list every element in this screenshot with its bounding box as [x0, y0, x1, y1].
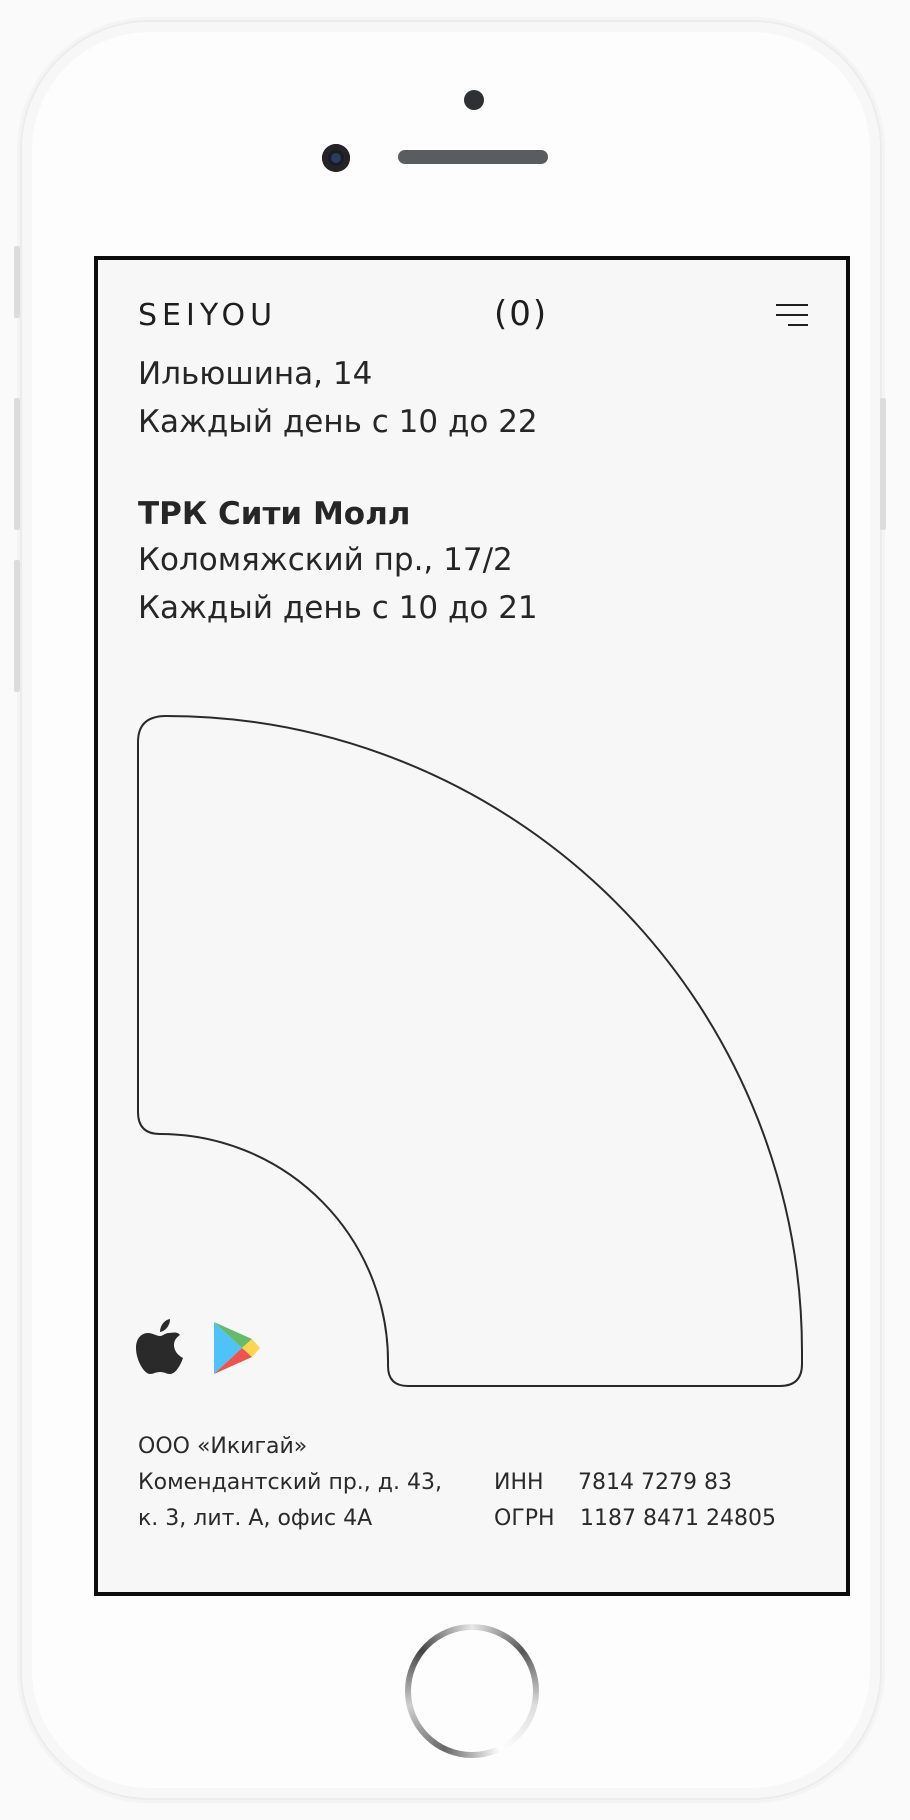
inn-label: ИНН: [494, 1470, 544, 1495]
store-1-address: Ильюшина, 14: [138, 356, 373, 392]
screen: SEIYOU (0) Ильюшина, 14 Каждый день с 10…: [94, 256, 850, 1596]
earpiece-speaker: [398, 150, 548, 164]
company-address-line-2: к. 3, лит. А, офис 4А: [138, 1506, 373, 1531]
power-button: [880, 398, 886, 530]
store-2-address: Коломяжский пр., 17/2: [138, 542, 513, 578]
volume-up-button: [14, 398, 20, 530]
volume-down-button: [14, 560, 20, 692]
google-play-icon[interactable]: [212, 1320, 262, 1376]
mute-switch: [14, 246, 20, 318]
decorative-quarter-ring-shape: [137, 714, 803, 1387]
company-address-line-1: Комендантский пр., д. 43,: [138, 1470, 442, 1495]
inn-value: 7814 7279 83: [578, 1470, 732, 1495]
store-2-name: ТРК Сити Молл: [138, 496, 411, 532]
proximity-sensor: [464, 90, 484, 110]
ogrn-label: ОГРН: [494, 1506, 555, 1531]
apple-icon[interactable]: [136, 1318, 184, 1376]
front-camera: [322, 144, 350, 172]
store-1-hours: Каждый день с 10 до 22: [138, 404, 538, 440]
company-name: ООО «Икигай»: [138, 1434, 308, 1459]
cart-counter[interactable]: (0): [494, 294, 548, 334]
header: SEIYOU (0): [98, 260, 846, 340]
store-2-hours: Каждый день с 10 до 21: [138, 590, 538, 626]
ogrn-value: 1187 8471 24805: [580, 1506, 776, 1531]
home-button[interactable]: [405, 1624, 539, 1758]
phone-frame: SEIYOU (0) Ильюшина, 14 Каждый день с 10…: [14, 22, 886, 1798]
logo[interactable]: SEIYOU: [138, 298, 277, 333]
hamburger-menu-icon[interactable]: [774, 300, 808, 330]
